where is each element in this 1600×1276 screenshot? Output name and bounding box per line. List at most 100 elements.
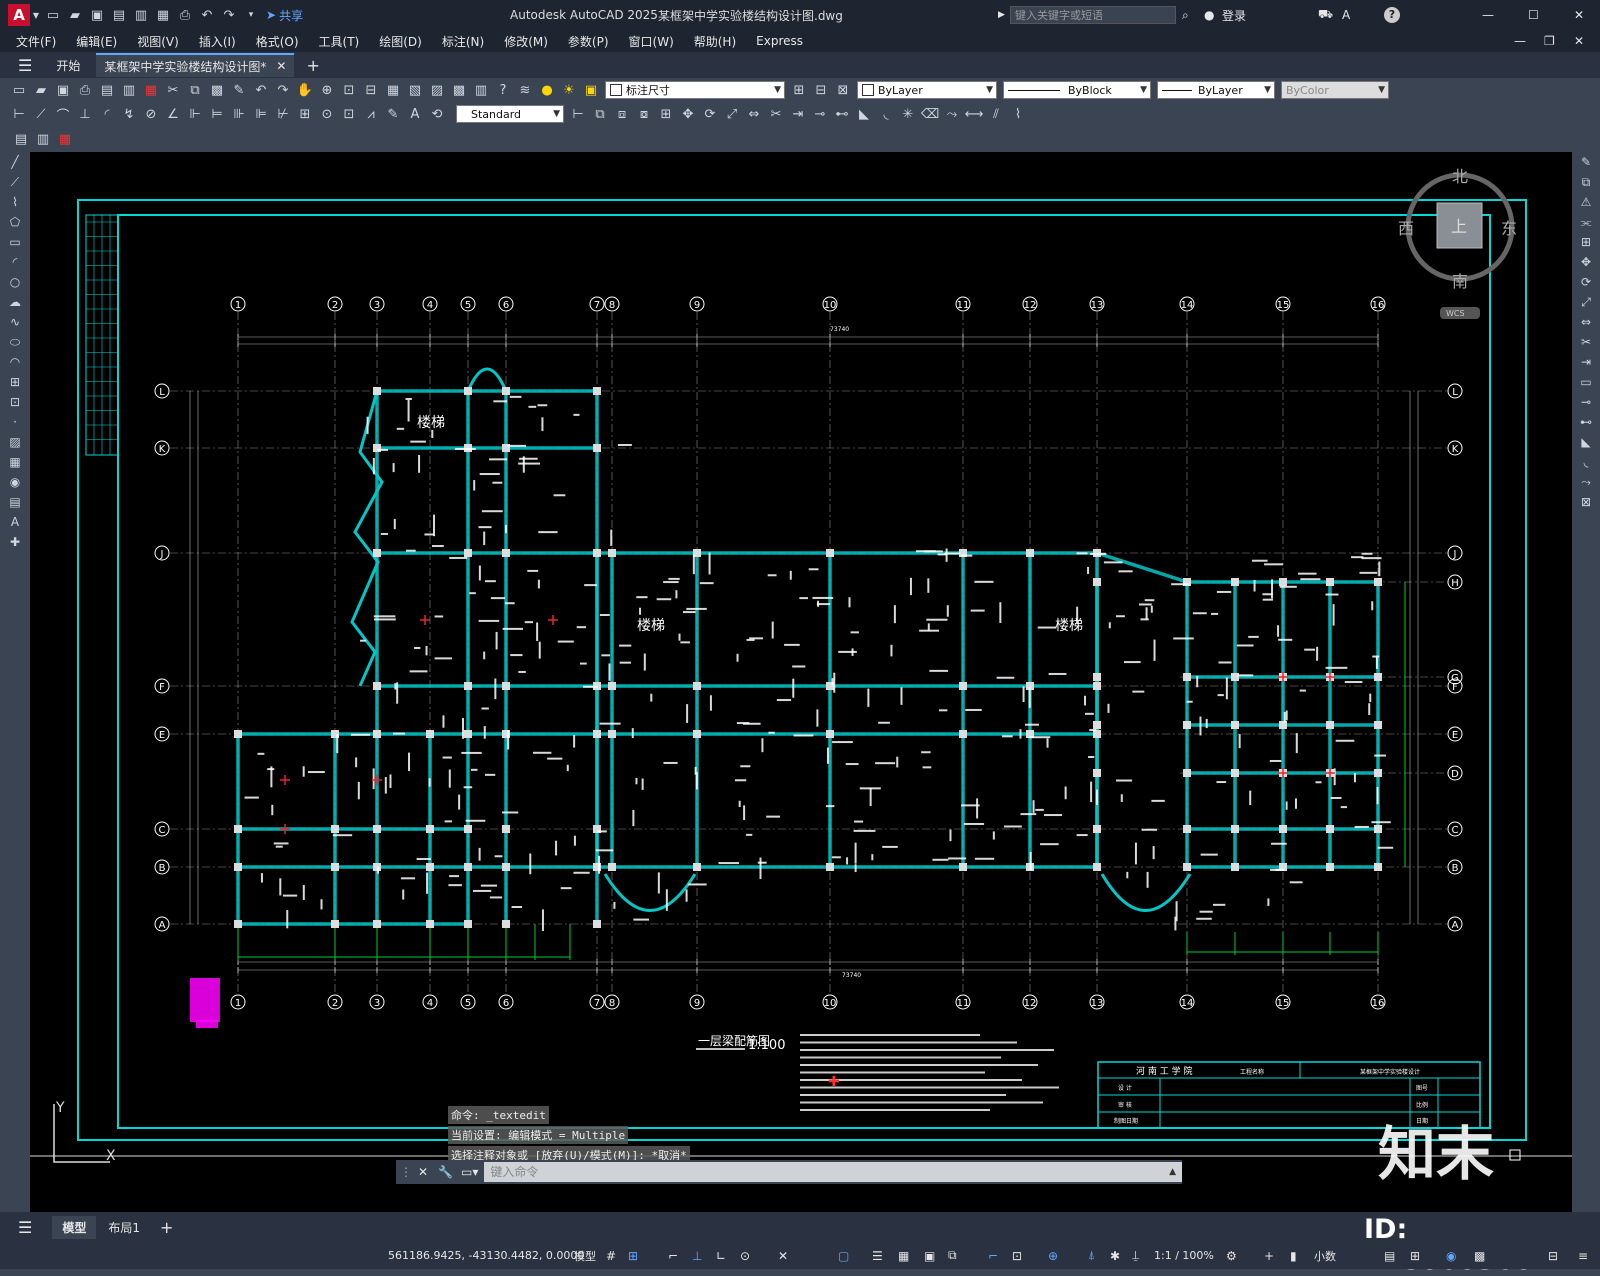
plot-icon[interactable]: ▦ <box>154 6 172 24</box>
draw-polygon-icon[interactable]: ⬠ <box>6 213 24 231</box>
draw-ellipse-icon[interactable]: ⬭ <box>6 333 24 351</box>
break-at-point-icon[interactable]: ▭ <box>1577 373 1595 391</box>
tb-new-icon[interactable]: ▭ <box>10 81 28 99</box>
draw-xline-icon[interactable]: ⟋ <box>6 173 24 191</box>
dim-linear-icon[interactable]: ⊢ <box>10 105 28 123</box>
menu-file[interactable]: 文件(F) <box>16 33 56 50</box>
status-scale[interactable]: 1:1 / 100% <box>1154 1249 1214 1262</box>
cart-icon[interactable]: ⛟ <box>1318 7 1333 23</box>
tab-layout1[interactable]: 布局1 <box>108 1219 140 1236</box>
dimstyle-select[interactable]: 标注尺寸 ▼ <box>605 81 785 99</box>
user-icon[interactable]: ● <box>1204 8 1214 22</box>
isolate-objects-icon[interactable]: ◉ <box>1446 1249 1456 1263</box>
tb-zoom-realtime-icon[interactable]: ⊕ <box>318 81 336 99</box>
ortho-icon[interactable]: ∟ <box>716 1249 726 1263</box>
draw-polyline-icon[interactable]: ⌇ <box>6 193 24 211</box>
mirror-icon[interactable]: ⚠ <box>1577 193 1595 211</box>
doc-minimize-button[interactable]: — <box>1514 34 1526 48</box>
dynamic-ucs-icon[interactable]: ⌐ <box>988 1249 998 1263</box>
modify-trim-icon[interactable]: ✂ <box>767 105 785 123</box>
menu-dimension[interactable]: 标注(N) <box>442 33 484 50</box>
viewcube-east[interactable]: 东 <box>1501 219 1517 238</box>
explode-icon[interactable]: ⊠ <box>1577 493 1595 511</box>
modify-copy-icon[interactable]: ⧉ <box>591 105 609 123</box>
tb-pan-icon[interactable]: ✋ <box>296 81 314 99</box>
join-icon[interactable]: ⊷ <box>1577 413 1595 431</box>
share-icon[interactable]: ➤ <box>266 8 276 22</box>
polar-icon[interactable]: ⊙ <box>740 1249 750 1263</box>
transparency-icon[interactable]: ▦ <box>898 1249 909 1263</box>
hamburger-menu-icon[interactable]: ☰ <box>18 56 32 75</box>
dimstyle-manager-icon[interactable]: ⊢ <box>569 105 587 123</box>
maximize-button[interactable]: ☐ <box>1528 8 1539 22</box>
modify-stretch-icon[interactable]: ⇔ <box>745 105 763 123</box>
dim-edit-icon[interactable]: ✎ <box>384 105 402 123</box>
menu-modify[interactable]: 修改(M) <box>504 33 548 50</box>
make-block-icon[interactable]: ⊡ <box>6 393 24 411</box>
command-input[interactable]: 键入命令 <box>484 1162 1182 1182</box>
tb-help-icon[interactable]: ? <box>494 81 512 99</box>
tb-preview-icon[interactable]: ▤ <box>98 81 116 99</box>
lineweight-icon[interactable]: ☰ <box>872 1249 883 1263</box>
status-space[interactable]: 模型 <box>574 1248 596 1264</box>
insert-block-icon[interactable]: ⊞ <box>6 373 24 391</box>
workspace-gear-icon[interactable]: ⚙ <box>1226 1249 1237 1263</box>
draw-line-icon[interactable]: ╱ <box>6 153 24 171</box>
draw-spline-icon[interactable]: ∿ <box>6 313 24 331</box>
chamfer-icon[interactable]: ◣ <box>1577 433 1595 451</box>
tb-sheetset-icon[interactable]: ▩ <box>450 81 468 99</box>
copy-icon[interactable]: ⧉ <box>1577 173 1595 191</box>
modify-mirror-icon[interactable]: ⧈ <box>613 105 631 123</box>
modify-lengthen-icon[interactable]: ⟷ <box>965 105 984 123</box>
dim-diameter-icon[interactable]: ⊘ <box>142 105 160 123</box>
modify-move-icon[interactable]: ✥ <box>679 105 697 123</box>
infer-icon[interactable]: ⌐ <box>668 1249 678 1263</box>
draw-mtext-icon[interactable]: A <box>6 513 24 531</box>
command-history-arrow-icon[interactable]: ▲ <box>1169 1167 1176 1177</box>
tab-model[interactable]: 模型 <box>52 1215 97 1239</box>
command-customize-icon[interactable]: 🔧 <box>438 1165 453 1179</box>
modify-erase-icon[interactable]: ⌫ <box>921 105 939 123</box>
dim-ordinate-icon[interactable]: ⊥ <box>76 105 94 123</box>
tb-save-icon[interactable]: ▣ <box>54 81 72 99</box>
doc-restore-button[interactable]: ❐ <box>1544 34 1555 48</box>
tb-zoom-window-icon[interactable]: ⊡ <box>340 81 358 99</box>
viewcube-south[interactable]: 南 <box>1452 272 1468 291</box>
lineweight-select[interactable]: ByLayer ▼ <box>1157 81 1275 99</box>
dynamic-input-icon[interactable]: ⊥ <box>692 1249 702 1263</box>
drawing-svg[interactable]: 1122334455667788991010111112121313141415… <box>30 152 1572 1212</box>
blend-icon[interactable]: ⤳ <box>1577 473 1595 491</box>
tb-publish-icon[interactable]: ▥ <box>120 81 138 99</box>
graphics-perf-icon[interactable]: ▩ <box>1474 1249 1485 1263</box>
search-icon[interactable]: ⌕ <box>1182 8 1189 23</box>
viewcube-north[interactable]: 北 <box>1452 167 1468 186</box>
status-coords[interactable]: 561186.9425, -43130.4482, 0.0000 <box>388 1249 584 1262</box>
tb-toolpalette-icon[interactable]: ▨ <box>428 81 446 99</box>
command-recent-icon[interactable]: ▭▾ <box>461 1165 478 1179</box>
tab-drawing[interactable]: 某框架中学实验楼结构设计图* ✕ <box>96 53 295 77</box>
modify-join-icon[interactable]: ⊷ <box>833 105 851 123</box>
draw-circle-icon[interactable]: ○ <box>6 273 24 291</box>
dim-quick-icon[interactable]: ⊩ <box>186 105 204 123</box>
tb-copy-icon[interactable]: ⧉ <box>186 81 204 99</box>
dim-jogline-icon[interactable]: ⩘ <box>362 105 380 123</box>
customization-icon[interactable]: ≡ <box>1578 1249 1588 1263</box>
annoscale-icon[interactable]: ⍊ <box>1132 1248 1139 1263</box>
dim-radius-icon[interactable]: ◜ <box>98 105 116 123</box>
command-close-icon[interactable]: ✕ <box>418 1165 428 1179</box>
doc-close-button[interactable]: ✕ <box>1574 34 1584 48</box>
draw-hatch-icon[interactable]: ▨ <box>6 433 24 451</box>
draw-arc-icon[interactable]: ◜ <box>6 253 24 271</box>
trim-icon[interactable]: ✂ <box>1577 333 1595 351</box>
publish-icon[interactable]: ▥ <box>132 6 150 24</box>
modify-scale-icon[interactable]: ⤢ <box>723 105 741 123</box>
menu-view[interactable]: 视图(V) <box>137 33 179 50</box>
layer-lock-icon[interactable]: ▣ <box>582 81 600 99</box>
draw-gradient-icon[interactable]: ▦ <box>6 453 24 471</box>
selection-cycling-icon[interactable]: ▣ <box>924 1249 935 1263</box>
redo-icon[interactable]: ↷ <box>220 6 238 24</box>
dim-update-icon[interactable]: ⟲ <box>428 105 446 123</box>
command-grip-icon[interactable]: ⋮ <box>400 1165 412 1179</box>
menu-window[interactable]: 窗口(W) <box>629 33 674 50</box>
annotation-monitor-icon[interactable]: + <box>1264 1249 1274 1263</box>
